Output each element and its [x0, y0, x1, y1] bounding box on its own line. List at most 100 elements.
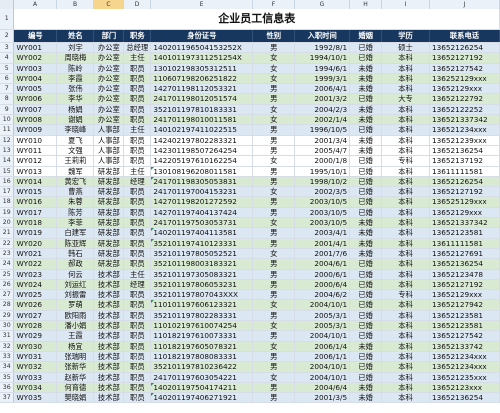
- position-cell[interactable]: 经理: [123, 176, 152, 188]
- hire-date-cell[interactable]: 2005/4/7: [294, 145, 351, 157]
- education-cell[interactable]: 本科: [381, 320, 430, 332]
- name-cell[interactable]: 杨娟: [56, 104, 95, 116]
- education-cell[interactable]: 专科: [381, 289, 430, 301]
- gender-cell[interactable]: 男: [252, 330, 296, 342]
- hire-date-cell[interactable]: 2000/1/8: [294, 155, 351, 167]
- column-header-f[interactable]: F: [253, 0, 295, 9]
- phone-cell[interactable]: 13652127542: [429, 330, 500, 342]
- hire-date-cell[interactable]: 2003/10/5: [294, 196, 351, 208]
- row-header[interactable]: 13: [0, 145, 15, 157]
- education-cell[interactable]: 本科: [381, 196, 430, 208]
- education-cell[interactable]: 本科: [381, 73, 430, 85]
- row-header[interactable]: 16: [0, 176, 15, 188]
- gender-cell[interactable]: 男: [252, 289, 296, 301]
- hire-date-cell[interactable]: 2001/3/2: [294, 93, 351, 105]
- name-cell[interactable]: 韩石: [56, 248, 95, 260]
- gender-cell[interactable]: 男: [252, 196, 296, 208]
- name-cell[interactable]: 谢娟: [56, 114, 95, 126]
- employee-id-cell[interactable]: WY020: [13, 238, 58, 249]
- hire-date-cell[interactable]: 2004/10/1: [294, 361, 351, 373]
- column-header-a[interactable]: A: [14, 0, 57, 9]
- position-cell[interactable]: 职员: [123, 310, 152, 322]
- education-cell[interactable]: 本科: [381, 207, 430, 219]
- id-number-cell[interactable]: 110182197610073331: [150, 330, 254, 342]
- row-header[interactable]: 27: [0, 289, 15, 301]
- gender-cell[interactable]: 男: [252, 392, 296, 404]
- gender-cell[interactable]: 男: [252, 124, 296, 136]
- column-title[interactable]: 性别: [252, 29, 296, 43]
- phone-cell[interactable]: 136521239xxx: [429, 135, 500, 146]
- name-cell[interactable]: 李晓峰: [56, 124, 95, 136]
- id-number-cell[interactable]: 241701197603054221: [150, 372, 254, 383]
- department-cell[interactable]: 研发部: [93, 207, 125, 219]
- gender-cell[interactable]: 男: [252, 135, 296, 146]
- position-cell[interactable]: 职员: [123, 289, 152, 301]
- employee-id-cell[interactable]: WY002: [13, 52, 58, 64]
- position-cell[interactable]: 职员: [123, 361, 152, 373]
- id-number-cell[interactable]: 130102198305312511: [150, 63, 254, 74]
- education-cell[interactable]: 大专: [381, 93, 430, 105]
- id-number-cell[interactable]: 142402197802283321: [150, 135, 254, 146]
- phone-cell[interactable]: 136521337342: [429, 217, 500, 229]
- name-cell[interactable]: 欧阳雨: [56, 310, 95, 322]
- education-cell[interactable]: 本科: [381, 351, 430, 363]
- education-cell[interactable]: 本科: [381, 63, 430, 74]
- hire-date-cell[interactable]: 1995/10/1: [294, 166, 351, 177]
- department-cell[interactable]: 办公室: [93, 42, 125, 54]
- employee-id-cell[interactable]: WY031: [13, 351, 58, 363]
- hire-date-cell[interactable]: 2004/6/2: [294, 289, 351, 301]
- row-header[interactable]: 37: [0, 392, 15, 404]
- gender-cell[interactable]: 女: [252, 217, 296, 229]
- employee-id-cell[interactable]: WY012: [13, 155, 58, 167]
- department-cell[interactable]: 人事部: [93, 155, 125, 167]
- marital-cell[interactable]: 已婚: [349, 124, 383, 136]
- gender-cell[interactable]: 男: [252, 238, 296, 249]
- gender-cell[interactable]: 男: [252, 145, 296, 157]
- department-cell[interactable]: 办公室: [93, 63, 125, 74]
- id-number-cell[interactable]: 241701198012051574: [150, 93, 254, 105]
- name-cell[interactable]: 刘宇: [56, 42, 95, 54]
- employee-id-cell[interactable]: WY014: [13, 176, 58, 188]
- hire-date-cell[interactable]: 2000/6/1: [294, 269, 351, 280]
- id-number-cell[interactable]: 110101197606123321: [150, 299, 254, 311]
- position-cell[interactable]: 职员: [123, 135, 152, 146]
- name-cell[interactable]: 何云: [56, 269, 95, 280]
- position-cell[interactable]: 职员: [123, 227, 152, 239]
- department-cell[interactable]: 人事部: [93, 124, 125, 136]
- education-cell[interactable]: 专科: [381, 155, 430, 167]
- id-number-cell[interactable]: 110182197808083331: [150, 351, 254, 363]
- name-cell[interactable]: 文强: [56, 145, 95, 157]
- position-cell[interactable]: 职员: [123, 186, 152, 198]
- phone-cell[interactable]: 13652127942: [429, 299, 500, 311]
- education-cell[interactable]: 本科: [381, 166, 430, 177]
- hire-date-cell[interactable]: 2004/10/1: [294, 330, 351, 342]
- hire-date-cell[interactable]: 2006/4/1: [294, 83, 351, 95]
- position-cell[interactable]: 职员: [123, 341, 152, 352]
- gender-cell[interactable]: 男: [252, 83, 296, 95]
- hire-date-cell[interactable]: 2006/1/4: [294, 341, 351, 352]
- phone-cell[interactable]: 13652129xxx: [429, 289, 500, 301]
- position-cell[interactable]: 职员: [123, 217, 152, 229]
- marital-cell[interactable]: 未婚: [349, 248, 383, 260]
- position-cell[interactable]: 职员: [123, 104, 152, 116]
- department-cell[interactable]: 研发部: [93, 176, 125, 188]
- gender-cell[interactable]: 女: [252, 63, 296, 74]
- position-cell[interactable]: 职员: [123, 63, 152, 74]
- row-header[interactable]: 28: [0, 299, 15, 311]
- phone-cell[interactable]: 136521337342: [429, 114, 500, 126]
- employee-id-cell[interactable]: WY027: [13, 310, 58, 322]
- phone-cell[interactable]: 13611111581: [429, 166, 500, 177]
- phone-cell[interactable]: 13652123478: [429, 269, 500, 280]
- employee-id-cell[interactable]: WY035: [13, 392, 58, 404]
- row-header[interactable]: 1: [0, 9, 15, 30]
- phone-cell[interactable]: 13652127192: [429, 186, 500, 198]
- hire-date-cell[interactable]: 2001/3/5: [294, 392, 351, 404]
- column-header-d[interactable]: D: [124, 0, 151, 9]
- marital-cell[interactable]: 已婚: [349, 320, 383, 332]
- id-number-cell[interactable]: 352101197810236422: [150, 361, 254, 373]
- marital-cell[interactable]: 已婚: [349, 330, 383, 342]
- marital-cell[interactable]: 已婚: [349, 351, 383, 363]
- gender-cell[interactable]: 女: [252, 248, 296, 260]
- name-cell[interactable]: 王莉莉: [56, 155, 95, 167]
- employee-id-cell[interactable]: WY021: [13, 248, 58, 260]
